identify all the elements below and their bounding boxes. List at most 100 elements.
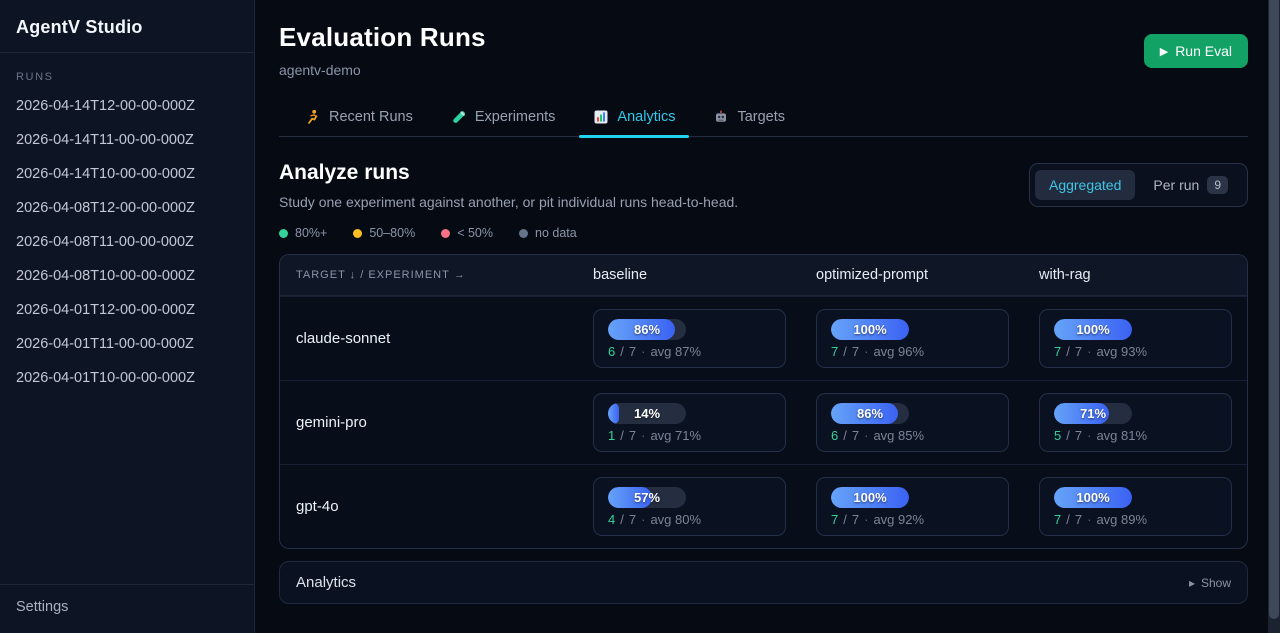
run-eval-label: Run Eval: [1175, 43, 1232, 59]
per-run-count-badge: 9: [1207, 176, 1228, 194]
score-bar: 86%: [608, 319, 686, 340]
pass-count: 7: [1054, 512, 1061, 527]
run-list: 2026-04-14T12-00-00-000Z 2026-04-14T11-0…: [0, 89, 254, 395]
run-eval-button[interactable]: ▶ Run Eval: [1144, 34, 1248, 68]
page-title: Evaluation Runs: [279, 22, 486, 53]
runs-section-label: RUNS: [16, 71, 238, 83]
tab-experiments[interactable]: Experiments: [437, 100, 570, 136]
red-dot-icon: [441, 229, 450, 238]
settings-link[interactable]: Settings: [16, 599, 238, 615]
score-percent: 14%: [608, 403, 686, 424]
matrix-corner-label: TARGET ↓ / EXPERIMENT →: [280, 269, 593, 281]
show-label: Show: [1201, 576, 1231, 590]
avg-score: avg 93%: [1096, 344, 1147, 359]
total-count: 7: [1075, 428, 1082, 443]
analytics-collapsed-panel[interactable]: Analytics ▸ Show: [279, 561, 1248, 604]
score-cell[interactable]: 100% 7 / 7 · avg 89%: [1039, 477, 1232, 536]
run-list-item[interactable]: 2026-04-14T10-00-00-000Z: [0, 157, 254, 191]
main-content: Evaluation Runs agentv-demo ▶ Run Eval R…: [255, 0, 1280, 633]
legend-item-high: 80%+: [279, 226, 327, 240]
score-cell[interactable]: 100% 7 / 7 · avg 93%: [1039, 309, 1232, 368]
matrix-header-row: TARGET ↓ / EXPERIMENT → baseline optimiz…: [280, 255, 1247, 296]
score-cell[interactable]: 71% 5 / 7 · avg 81%: [1039, 393, 1232, 452]
score-bar: 57%: [608, 487, 686, 508]
avg-score: avg 81%: [1096, 428, 1147, 443]
run-list-item[interactable]: 2026-04-01T12-00-00-000Z: [0, 293, 254, 327]
cell-stats: 7 / 7 · avg 89%: [1054, 512, 1217, 527]
avg-score: avg 92%: [873, 512, 924, 527]
cell-stats: 7 / 7 · avg 93%: [1054, 344, 1217, 359]
run-list-item[interactable]: 2026-04-08T12-00-00-000Z: [0, 191, 254, 225]
score-percent: 100%: [831, 487, 909, 508]
score-cell[interactable]: 14% 1 / 7 · avg 71%: [593, 393, 786, 452]
run-list-item[interactable]: 2026-04-01T11-00-00-000Z: [0, 327, 254, 361]
legend-label: no data: [535, 226, 577, 240]
matrix-row-gemini-pro: gemini-pro 14% 1 / 7 · avg 71% 86%: [280, 380, 1247, 464]
target-label: gemini-pro: [280, 414, 593, 431]
cell-stats: 7 / 7 · avg 96%: [831, 344, 994, 359]
tab-targets[interactable]: Targets: [699, 100, 799, 136]
pass-count: 6: [831, 428, 838, 443]
total-count: 7: [852, 428, 859, 443]
avg-score: avg 71%: [650, 428, 701, 443]
aggregated-toggle[interactable]: Aggregated: [1035, 170, 1135, 200]
show-toggle[interactable]: ▸ Show: [1189, 576, 1231, 590]
per-run-label: Per run: [1153, 177, 1199, 193]
pass-count: 1: [608, 428, 615, 443]
legend-item-low: < 50%: [441, 226, 493, 240]
score-bar: 100%: [831, 487, 909, 508]
score-percent: 100%: [831, 319, 909, 340]
legend-item-nodata: no data: [519, 226, 577, 240]
tab-label: Experiments: [475, 109, 556, 125]
run-list-item[interactable]: 2026-04-01T10-00-00-000Z: [0, 361, 254, 395]
play-icon: ▶: [1160, 45, 1168, 58]
score-cell[interactable]: 100% 7 / 7 · avg 92%: [816, 477, 1009, 536]
analyze-subtitle: Study one experiment against another, or…: [279, 194, 738, 210]
score-cell[interactable]: 86% 6 / 7 · avg 85%: [816, 393, 1009, 452]
cell-stats: 6 / 7 · avg 85%: [831, 428, 994, 443]
run-list-item[interactable]: 2026-04-08T10-00-00-000Z: [0, 259, 254, 293]
column-header-optimized-prompt: optimized-prompt: [816, 267, 1039, 283]
run-list-item[interactable]: 2026-04-14T12-00-00-000Z: [0, 89, 254, 123]
sidebar: AgentV Studio RUNS 2026-04-14T12-00-00-0…: [0, 0, 255, 633]
tab-label: Targets: [737, 109, 785, 125]
score-bar: 71%: [1054, 403, 1132, 424]
avg-score: avg 80%: [650, 512, 701, 527]
tab-analytics[interactable]: Analytics: [579, 100, 689, 136]
legend-label: < 50%: [457, 226, 493, 240]
app-title: AgentV Studio: [16, 17, 238, 38]
total-count: 7: [1075, 344, 1082, 359]
score-percent: 100%: [1054, 487, 1132, 508]
score-bar: 100%: [1054, 319, 1132, 340]
score-cell[interactable]: 57% 4 / 7 · avg 80%: [593, 477, 786, 536]
avg-score: avg 87%: [650, 344, 701, 359]
score-cell[interactable]: 100% 7 / 7 · avg 96%: [816, 309, 1009, 368]
avg-score: avg 89%: [1096, 512, 1147, 527]
score-bar: 14%: [608, 403, 686, 424]
pass-count: 7: [831, 344, 838, 359]
scrollbar-track[interactable]: [1268, 0, 1280, 633]
run-list-item[interactable]: 2026-04-14T11-00-00-000Z: [0, 123, 254, 157]
scrollbar-thumb[interactable]: [1269, 0, 1279, 619]
pass-count: 7: [831, 512, 838, 527]
score-bar: 100%: [1054, 487, 1132, 508]
run-list-item[interactable]: 2026-04-08T11-00-00-000Z: [0, 225, 254, 259]
tab-recent-runs[interactable]: Recent Runs: [291, 100, 427, 136]
yellow-dot-icon: [353, 229, 362, 238]
per-run-toggle[interactable]: Per run 9: [1139, 169, 1242, 201]
cell-stats: 5 / 7 · avg 81%: [1054, 428, 1217, 443]
pass-count: 6: [608, 344, 615, 359]
score-bar: 86%: [831, 403, 909, 424]
matrix-row-claude-sonnet: claude-sonnet 86% 6 / 7 · avg 87% 100%: [280, 296, 1247, 380]
view-mode-toggle: Aggregated Per run 9: [1029, 163, 1248, 207]
total-count: 7: [852, 344, 859, 359]
score-bar: 100%: [831, 319, 909, 340]
pass-count: 7: [1054, 344, 1061, 359]
gray-dot-icon: [519, 229, 528, 238]
chevron-right-icon: ▸: [1189, 576, 1195, 590]
score-cell[interactable]: 86% 6 / 7 · avg 87%: [593, 309, 786, 368]
cell-stats: 4 / 7 · avg 80%: [608, 512, 771, 527]
pass-count: 5: [1054, 428, 1061, 443]
tab-label: Recent Runs: [329, 109, 413, 125]
tab-label: Analytics: [617, 109, 675, 125]
